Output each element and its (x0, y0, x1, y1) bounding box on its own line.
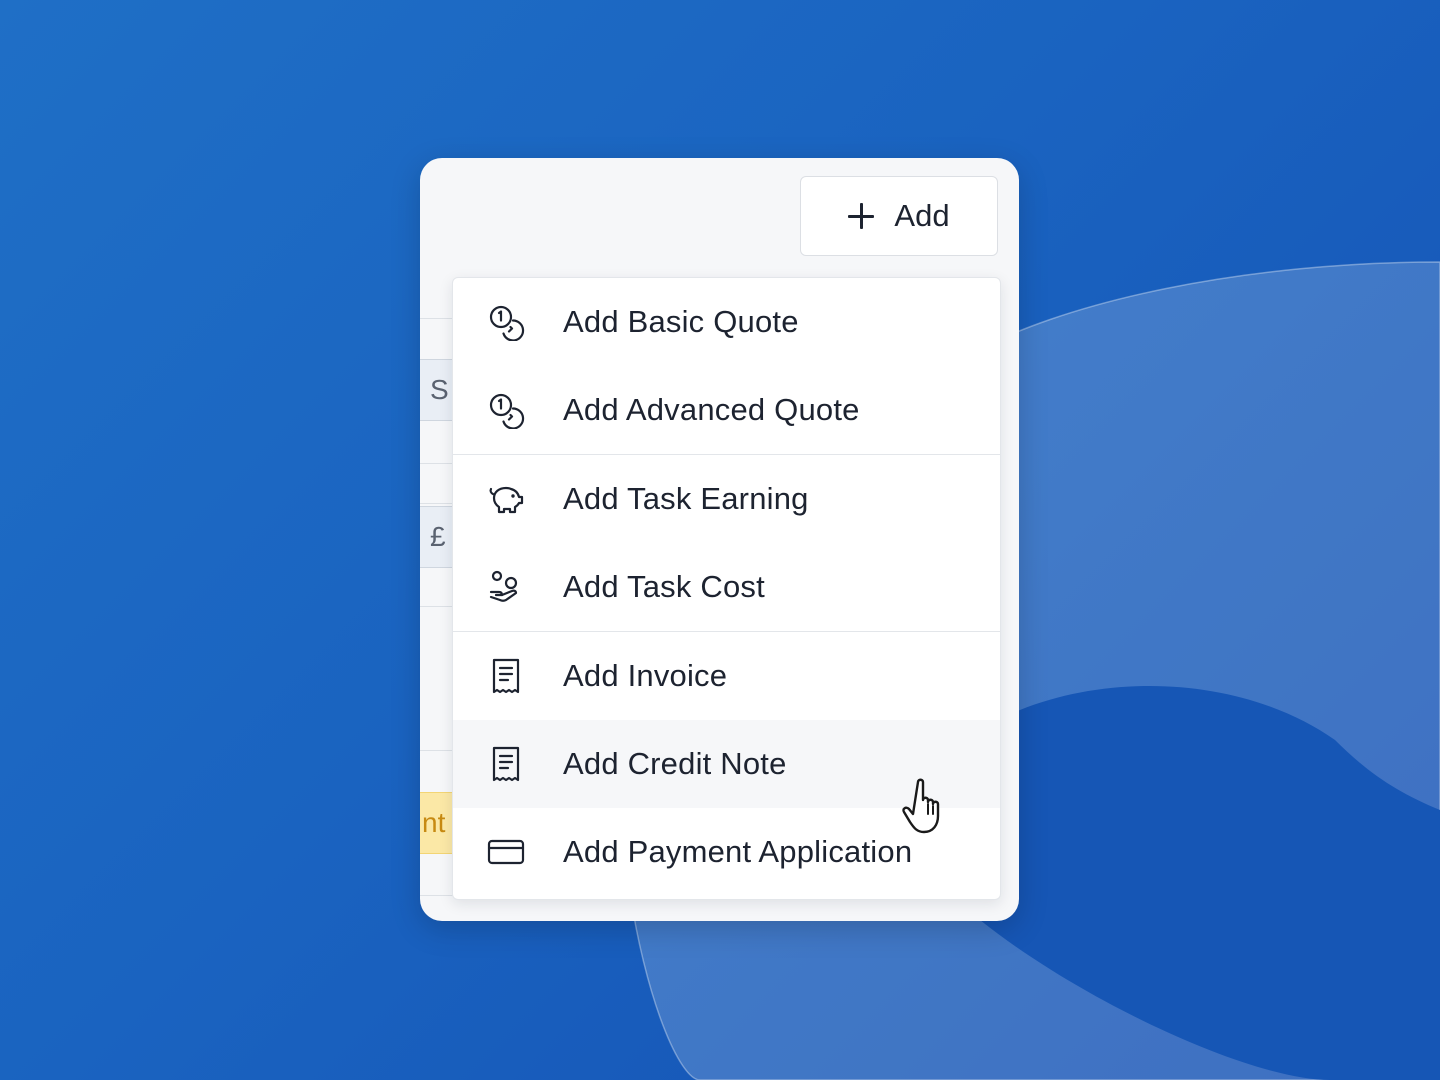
menu-item-label: Add Task Earning (563, 481, 809, 516)
menu-item-add-task-cost[interactable]: Add Task Cost (453, 543, 1000, 631)
hand-pointer-cursor-icon (902, 778, 940, 834)
plus-icon (848, 203, 875, 229)
receipt-icon (487, 657, 525, 695)
status-badge: nt (420, 792, 454, 854)
menu-item-label: Add Advanced Quote (563, 392, 860, 427)
menu-item-add-advanced-quote[interactable]: Add Advanced Quote (453, 366, 1000, 454)
table-cell: £ (420, 506, 454, 568)
menu-item-label: Add Invoice (563, 658, 728, 693)
piggy-bank-icon (487, 480, 525, 518)
add-button-label: Add (894, 198, 950, 233)
coins-icon (487, 303, 525, 341)
menu-item-add-basic-quote[interactable]: Add Basic Quote (453, 278, 1000, 366)
credit-card-icon (487, 833, 525, 871)
table-cell: S (420, 359, 454, 421)
menu-item-label: Add Task Cost (563, 569, 765, 604)
menu-item-add-task-earning[interactable]: Add Task Earning (453, 455, 1000, 543)
menu-group-quotes: Add Basic Quote Add Advanced Quote (453, 278, 1000, 455)
add-button[interactable]: Add (800, 176, 998, 256)
coins-icon (487, 391, 525, 429)
menu-item-label: Add Payment Application (563, 834, 913, 869)
menu-group-billing: Add Invoice Add Credit Note Add Payment … (453, 632, 1000, 896)
menu-item-label: Add Credit Note (563, 746, 787, 781)
receipt-icon (487, 745, 525, 783)
hand-coins-icon (487, 568, 525, 606)
menu-item-label: Add Basic Quote (563, 304, 799, 339)
menu-item-add-invoice[interactable]: Add Invoice (453, 632, 1000, 720)
menu-group-tasks: Add Task Earning Add Task Cost (453, 455, 1000, 632)
